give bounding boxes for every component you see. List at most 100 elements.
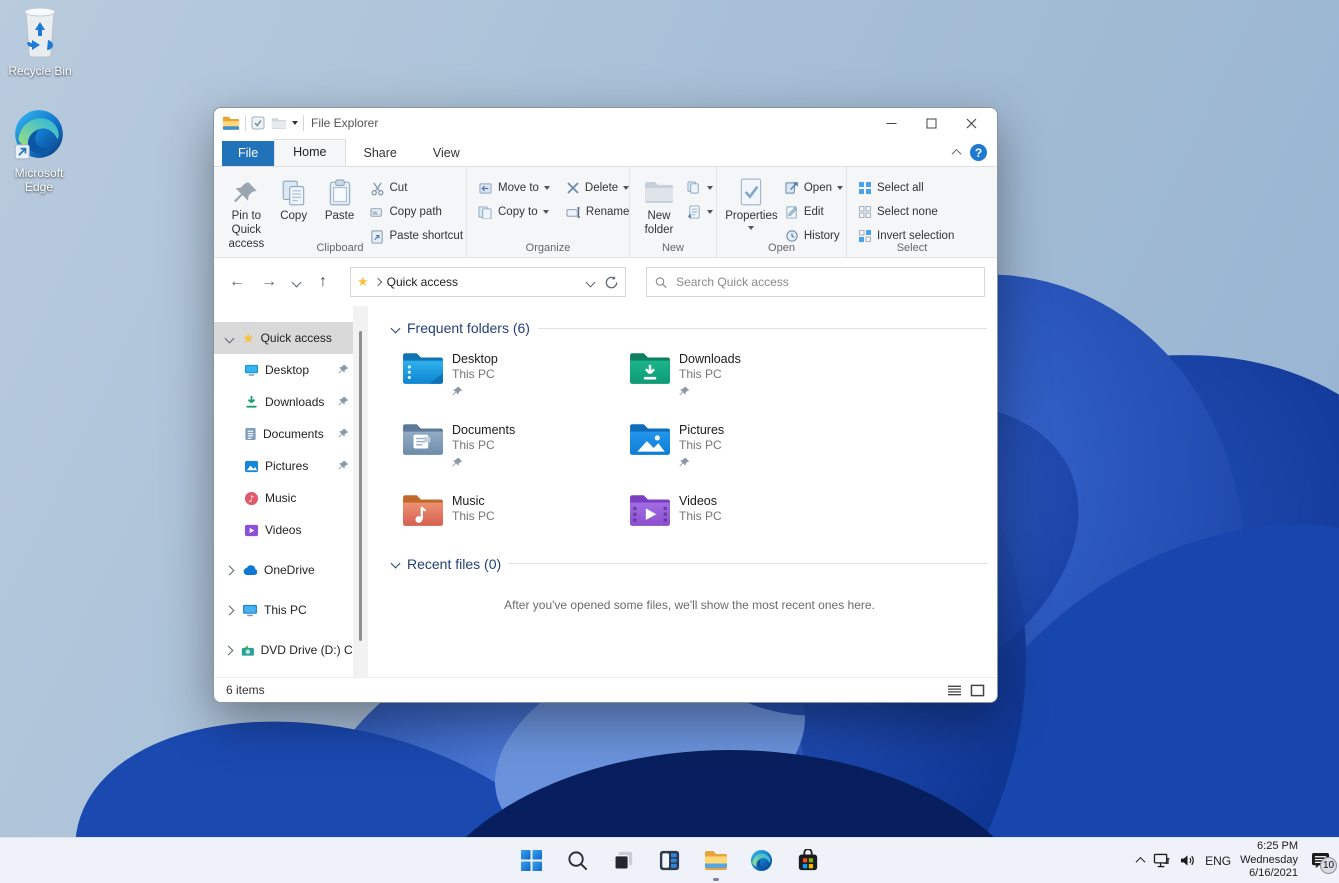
sidebar-item-quick-access[interactable]: ★ Quick access (214, 322, 353, 354)
copy-to-button[interactable]: Copy to (475, 201, 553, 223)
open-button[interactable]: Open (782, 177, 846, 199)
customize-qat-dropdown-icon[interactable] (292, 121, 298, 125)
select-none-button[interactable]: Select none (855, 201, 957, 223)
edge-icon (14, 110, 63, 160)
chevron-down-icon[interactable] (224, 333, 234, 343)
sidebar-item-onedrive[interactable]: OneDrive (214, 554, 353, 586)
move-to-button[interactable]: Move to (475, 177, 553, 199)
close-button[interactable] (951, 110, 991, 136)
sidebar-item-videos[interactable]: Videos (214, 514, 353, 546)
taskbar-search-button[interactable] (565, 848, 591, 874)
pin-icon (679, 386, 741, 397)
folder-tile-documents[interactable]: Documents This PC (402, 421, 629, 468)
sidebar-item-desktop[interactable]: Desktop (214, 354, 353, 386)
pin-icon (338, 364, 349, 375)
details-view-button[interactable] (947, 684, 962, 697)
recent-files-empty-message: After you've opened some files, we'll sh… (504, 597, 875, 612)
tab-home[interactable]: Home (274, 139, 346, 166)
sidebar-item-documents[interactable]: Documents (214, 418, 353, 450)
notification-count-badge: 10 (1320, 856, 1337, 874)
tab-file[interactable]: File (222, 141, 275, 166)
button-label: Paste shortcut (389, 230, 464, 242)
back-button[interactable]: ← (224, 273, 250, 291)
new-folder-icon[interactable] (271, 117, 287, 130)
cut-button[interactable]: Cut (367, 177, 467, 199)
chevron-right-icon[interactable] (223, 645, 234, 655)
status-bar: 6 items (214, 677, 997, 702)
chevron-down-icon (291, 277, 301, 287)
desktop-mini-icon (245, 364, 258, 376)
address-location[interactable]: Quick access (387, 275, 458, 289)
microsoft-store-button[interactable] (795, 848, 821, 874)
language-indicator[interactable]: ENG (1205, 854, 1231, 868)
svg-text:♪: ♪ (248, 493, 254, 504)
chevron-right-icon[interactable] (224, 605, 234, 615)
task-view-button[interactable] (611, 848, 637, 874)
select-all-button[interactable]: Select all (855, 177, 957, 199)
minimize-ribbon-icon[interactable] (951, 148, 962, 159)
notification-center-button[interactable]: 10 (1307, 848, 1337, 874)
address-dropdown-icon[interactable] (585, 277, 596, 287)
folder-tile-downloads[interactable]: Downloads This PC (629, 350, 856, 397)
rename-button[interactable]: Rename (563, 201, 632, 223)
tab-share[interactable]: Share (346, 141, 415, 166)
taskbar-edge-button[interactable] (749, 848, 775, 874)
sidebar-item-music[interactable]: ♪ Music (214, 482, 353, 514)
edit-button[interactable]: Edit (782, 201, 846, 223)
sidebar-item-downloads[interactable]: Downloads (214, 386, 353, 418)
frequent-folders-header[interactable]: Frequent folders (6) (390, 320, 987, 336)
tray-overflow-button[interactable] (1135, 856, 1146, 867)
up-button[interactable]: ↑ (310, 273, 336, 291)
easy-access-button[interactable] (684, 201, 716, 223)
volume-icon[interactable] (1179, 853, 1196, 868)
folder-tile-videos[interactable]: Videos This PC (629, 492, 856, 528)
folder-icon (222, 116, 240, 130)
search-input[interactable] (674, 274, 976, 290)
folder-tile-desktop[interactable]: Desktop This PC (402, 350, 629, 397)
desktop-icon-microsoft-edge[interactable]: Microsoft Edge (1, 108, 77, 195)
large-icons-view-button[interactable] (970, 684, 985, 697)
items-count: 6 items (226, 683, 265, 697)
new-item-button[interactable] (684, 177, 716, 199)
scrollbar-thumb[interactable] (359, 331, 362, 641)
recent-files-header[interactable]: Recent files (0) (390, 556, 987, 572)
refresh-icon[interactable] (604, 275, 619, 290)
properties-button[interactable]: Properties (723, 174, 780, 232)
delete-button[interactable]: Delete (563, 177, 632, 199)
ribbon-group-select: Select all Select none Invert selection (847, 167, 977, 257)
maximize-button[interactable] (911, 110, 951, 136)
properties-check-icon[interactable] (251, 116, 265, 130)
recent-locations-button[interactable] (288, 277, 304, 287)
sidebar-item-label: Music (265, 491, 297, 505)
open-icon (785, 182, 798, 194)
folder-tile-pictures[interactable]: Pictures This PC (629, 421, 856, 468)
copy-button[interactable]: Copy (271, 174, 317, 226)
widgets-button[interactable] (657, 848, 683, 874)
sidebar-item-label: DVD Drive (D:) CC (260, 643, 353, 657)
taskbar-file-explorer-button[interactable] (703, 848, 729, 881)
search-box[interactable] (646, 267, 985, 297)
help-button[interactable]: ? (970, 144, 987, 161)
taskbar: ENG 6:25 PM Wednesday 6/16/2021 10 (0, 837, 1339, 883)
folder-tile-music[interactable]: Music This PC (402, 492, 629, 528)
tab-view[interactable]: View (415, 141, 478, 166)
desktop-icon-recycle-bin[interactable]: Recycle Bin (2, 6, 78, 79)
forward-button[interactable]: → (256, 273, 282, 291)
maximize-icon (926, 118, 936, 128)
network-icon[interactable] (1153, 853, 1170, 868)
scrollbar[interactable] (353, 306, 368, 679)
divider (537, 327, 987, 329)
sidebar-item-this-pc[interactable]: This PC (214, 594, 353, 626)
sidebar-item-dvd-drive[interactable]: DVD Drive (D:) CC (214, 634, 353, 666)
start-button[interactable] (519, 848, 545, 874)
pictures-folder-icon (630, 424, 670, 455)
taskbar-clock[interactable]: 6:25 PM Wednesday 6/16/2021 (1240, 840, 1298, 881)
sidebar-item-pictures[interactable]: Pictures (214, 450, 353, 482)
copy-path-button[interactable]: W.. Copy path (367, 201, 467, 223)
this-pc-icon (243, 604, 257, 616)
new-folder-button[interactable]: New folder (636, 174, 682, 240)
chevron-right-icon[interactable] (224, 565, 234, 575)
minimize-button[interactable] (871, 110, 911, 136)
address-bar[interactable]: ★ Quick access (350, 267, 626, 297)
paste-button[interactable]: Paste (317, 174, 363, 226)
